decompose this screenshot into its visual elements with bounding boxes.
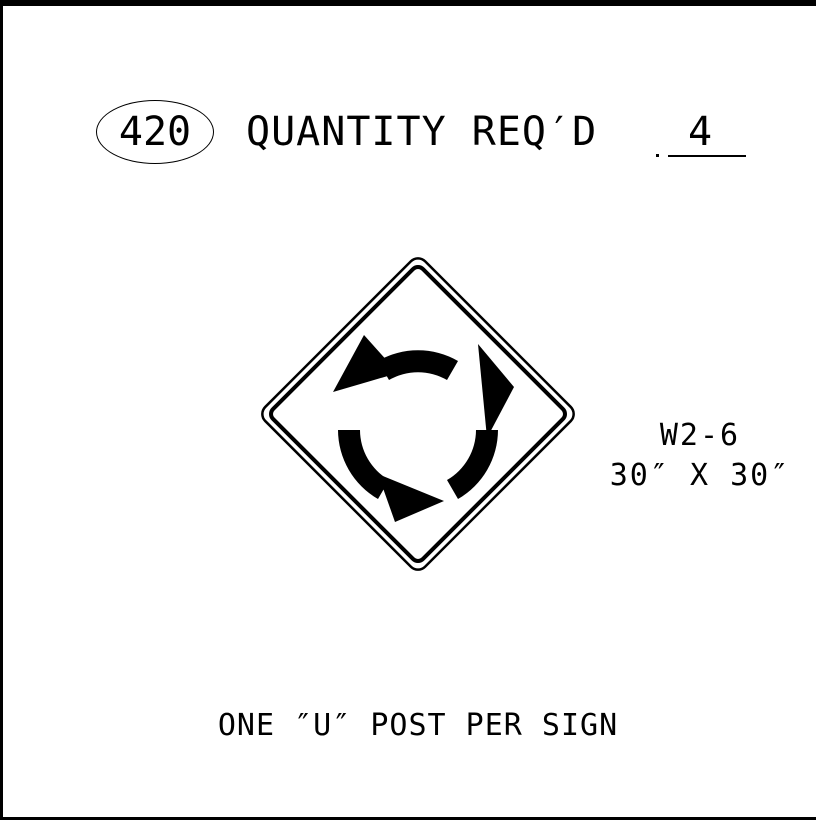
quantity-underline: [668, 155, 746, 157]
sheet-header: 420 QUANTITY REQ′D 4: [96, 100, 776, 166]
quantity-label: QUANTITY REQ′D: [246, 109, 598, 155]
sign-code: W2-6: [659, 418, 741, 453]
quantity-underline-tick: [656, 154, 659, 157]
quantity-value: 4: [687, 109, 713, 155]
sign-size: 30″ X 30″: [609, 458, 791, 493]
roundabout-circulation-icon: [261, 257, 575, 571]
post-note: ONE ″U″ POST PER SIGN: [217, 708, 619, 743]
sheet-number-oval: 420: [96, 100, 214, 164]
